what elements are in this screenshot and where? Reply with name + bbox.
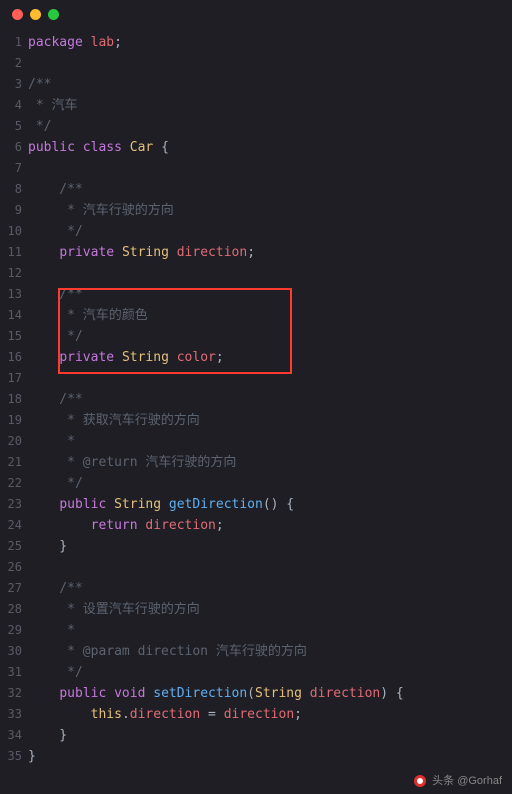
code-line[interactable]	[28, 263, 512, 284]
code-line[interactable]: /**	[28, 578, 512, 599]
line-number: 22	[0, 473, 22, 494]
line-number: 7	[0, 158, 22, 179]
code-line[interactable]: public String getDirection() {	[28, 494, 512, 515]
code-line[interactable]: * 设置汽车行驶的方向	[28, 599, 512, 620]
attribution: 头条 @Gorhaf	[414, 772, 502, 788]
line-number: 5	[0, 116, 22, 137]
line-number: 35	[0, 746, 22, 767]
code-line[interactable]: * 汽车的颜色	[28, 305, 512, 326]
line-number: 20	[0, 431, 22, 452]
line-number: 28	[0, 599, 22, 620]
code-line[interactable]: * 获取汽车行驶的方向	[28, 410, 512, 431]
line-number: 12	[0, 263, 22, 284]
code-line[interactable]: }	[28, 746, 512, 767]
code-line[interactable]: /**	[28, 179, 512, 200]
code-line[interactable]: */	[28, 326, 512, 347]
line-number: 9	[0, 200, 22, 221]
code-line[interactable]: package lab;	[28, 32, 512, 53]
line-number: 1	[0, 32, 22, 53]
code-line[interactable]: private String color;	[28, 347, 512, 368]
line-number: 13	[0, 284, 22, 305]
line-number: 29	[0, 620, 22, 641]
code-line[interactable]: * @return 汽车行驶的方向	[28, 452, 512, 473]
zoom-icon[interactable]	[48, 9, 59, 20]
code-line[interactable]: }	[28, 725, 512, 746]
line-number: 19	[0, 410, 22, 431]
code-line[interactable]	[28, 158, 512, 179]
code-line[interactable]	[28, 53, 512, 74]
code-line[interactable]: * 汽车行驶的方向	[28, 200, 512, 221]
line-number: 15	[0, 326, 22, 347]
line-number: 24	[0, 515, 22, 536]
window-titlebar	[0, 0, 512, 28]
line-number: 3	[0, 74, 22, 95]
code-line[interactable]: }	[28, 536, 512, 557]
line-number: 6	[0, 137, 22, 158]
code-line[interactable]: private String direction;	[28, 242, 512, 263]
code-line[interactable]: */	[28, 116, 512, 137]
line-number: 31	[0, 662, 22, 683]
code-line[interactable]: */	[28, 221, 512, 242]
line-number: 27	[0, 578, 22, 599]
line-number: 14	[0, 305, 22, 326]
line-number: 26	[0, 557, 22, 578]
attribution-source: 头条	[432, 775, 454, 787]
line-number: 4	[0, 95, 22, 116]
code-line[interactable]: public void setDirection(String directio…	[28, 683, 512, 704]
code-line[interactable]: *	[28, 620, 512, 641]
code-line[interactable]	[28, 368, 512, 389]
line-number: 17	[0, 368, 22, 389]
code-line[interactable]: */	[28, 662, 512, 683]
attribution-handle: @Gorhaf	[457, 775, 502, 787]
code-line[interactable]	[28, 557, 512, 578]
line-number: 11	[0, 242, 22, 263]
line-number: 18	[0, 389, 22, 410]
line-number: 25	[0, 536, 22, 557]
code-line[interactable]: public class Car {	[28, 137, 512, 158]
line-number: 32	[0, 683, 22, 704]
line-number: 30	[0, 641, 22, 662]
code-line[interactable]: /**	[28, 389, 512, 410]
code-line[interactable]: return direction;	[28, 515, 512, 536]
code-line[interactable]: */	[28, 473, 512, 494]
line-number-gutter: 1234567891011121314151617181920212223242…	[0, 32, 28, 767]
line-number: 34	[0, 725, 22, 746]
line-number: 21	[0, 452, 22, 473]
code-line[interactable]: /**	[28, 74, 512, 95]
code-line[interactable]: * 汽车	[28, 95, 512, 116]
code-line[interactable]: * @param direction 汽车行驶的方向	[28, 641, 512, 662]
line-number: 10	[0, 221, 22, 242]
line-number: 8	[0, 179, 22, 200]
code-line[interactable]: *	[28, 431, 512, 452]
source-logo-icon	[414, 775, 426, 787]
line-number: 23	[0, 494, 22, 515]
code-line[interactable]: /**	[28, 284, 512, 305]
line-number: 33	[0, 704, 22, 725]
code-line[interactable]: this.direction = direction;	[28, 704, 512, 725]
line-number: 16	[0, 347, 22, 368]
line-number: 2	[0, 53, 22, 74]
code-content[interactable]: package lab;/** * 汽车 */public class Car …	[28, 32, 512, 767]
minimize-icon[interactable]	[30, 9, 41, 20]
close-icon[interactable]	[12, 9, 23, 20]
code-editor[interactable]: 1234567891011121314151617181920212223242…	[0, 28, 512, 767]
